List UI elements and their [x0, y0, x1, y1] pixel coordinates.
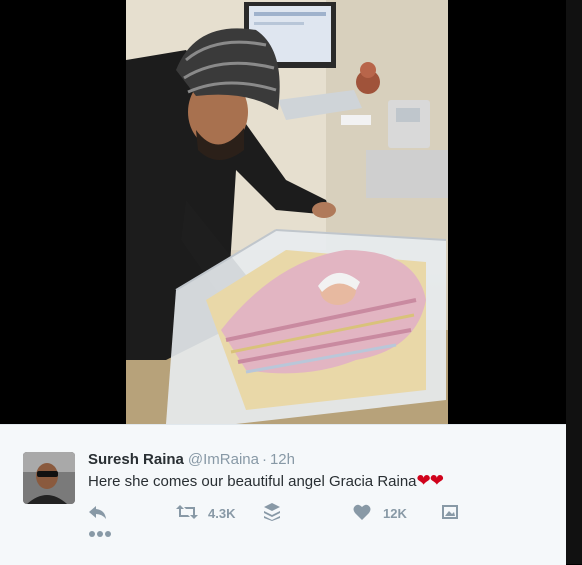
- retweet-icon: [176, 504, 198, 523]
- more-button[interactable]: [88, 525, 112, 543]
- tweet-card[interactable]: Suresh Raina @ImRaina · 12h Here she comes …: [0, 424, 566, 565]
- layers-button[interactable]: [264, 501, 280, 525]
- user-handle[interactable]: @ImRaina: [188, 451, 259, 468]
- tweet-photo[interactable]: [126, 0, 448, 424]
- tweet-header: Suresh Raina @ImRaina · 12h: [88, 451, 295, 469]
- more-icon: [88, 525, 112, 542]
- retweet-count: 4.3K: [208, 505, 236, 521]
- timestamp[interactable]: 12h: [270, 451, 295, 468]
- avatar[interactable]: [23, 452, 75, 504]
- like-count: 12K: [383, 505, 407, 521]
- scrollbar-track[interactable]: [566, 0, 582, 564]
- tweet-text: Here she comes our beautiful angel Graci…: [88, 471, 444, 491]
- like-button[interactable]: 12K: [353, 501, 407, 525]
- reply-icon: [88, 504, 108, 523]
- reply-button[interactable]: [88, 501, 108, 525]
- heart-icon: [353, 504, 371, 523]
- heart-emoji: ❤❤: [416, 471, 444, 490]
- tweet-text-body: Here she comes our beautiful angel Graci…: [88, 473, 417, 490]
- retweet-button[interactable]: 4.3K: [176, 501, 235, 525]
- photo-button[interactable]: [442, 501, 458, 525]
- user-name[interactable]: Suresh Raina: [88, 451, 184, 468]
- photo-icon: [442, 504, 458, 522]
- separator: ·: [261, 451, 267, 468]
- layers-icon: [264, 502, 280, 524]
- tweet-actions: 4.3K 12K: [0, 501, 566, 525]
